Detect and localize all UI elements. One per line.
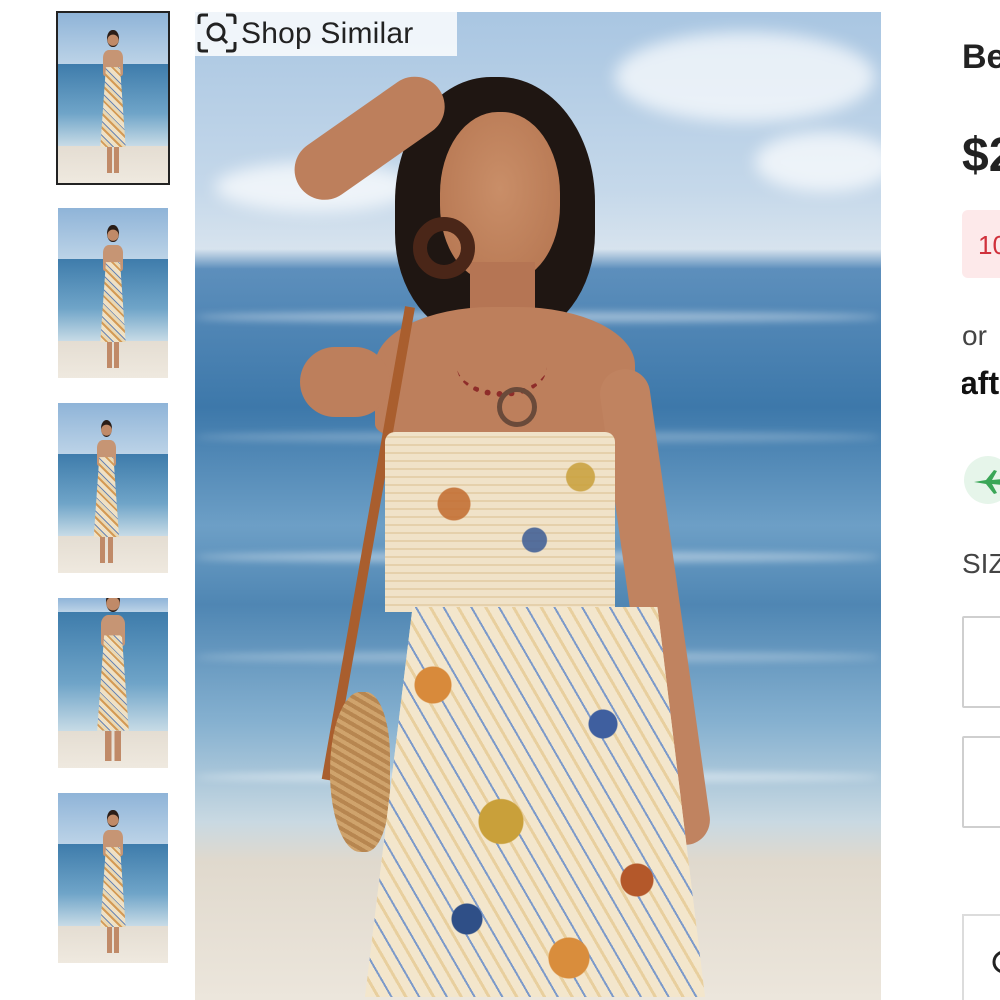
size-option-1[interactable]: [962, 616, 1000, 708]
model-figure: [89, 420, 124, 563]
bottom-action-button[interactable]: [962, 914, 1000, 1000]
model-figure: [95, 810, 130, 953]
model-figure: [95, 30, 130, 173]
shop-similar-label: Shop Similar: [241, 17, 414, 50]
discount-text: 10: [978, 230, 1000, 260]
thumbnail-3[interactable]: [58, 403, 168, 573]
product-info-panel: Be $2 10 or aft SIZ: [962, 0, 1000, 1000]
shop-similar-button[interactable]: Shop Similar: [195, 12, 457, 56]
halter-ring: [497, 387, 537, 427]
afterpay-logo[interactable]: aft: [962, 365, 999, 402]
installment-text: or: [962, 320, 987, 351]
straw-bag: [330, 692, 390, 852]
size-option-2[interactable]: [962, 736, 1000, 828]
thumbnail-4[interactable]: [58, 598, 168, 768]
main-product-image[interactable]: [195, 12, 881, 1000]
thumbnail-1[interactable]: [56, 11, 170, 185]
model-figure: [91, 598, 135, 762]
dress-skirt: [365, 607, 705, 997]
thumbnail-2[interactable]: [58, 208, 168, 378]
airplane-icon: [964, 456, 1000, 504]
model-figure: [95, 225, 130, 368]
product-title: Be: [962, 38, 1000, 76]
product-price: $2: [962, 129, 1000, 182]
dress-bodice: [385, 432, 615, 612]
discount-badge: 10: [962, 210, 1000, 278]
size-label: SIZ: [962, 548, 1000, 579]
thumbnail-5[interactable]: [58, 793, 168, 963]
visual-search-icon: [195, 12, 241, 56]
model-photo: [235, 64, 714, 1000]
necklace: [457, 337, 547, 397]
bangle: [413, 217, 475, 279]
